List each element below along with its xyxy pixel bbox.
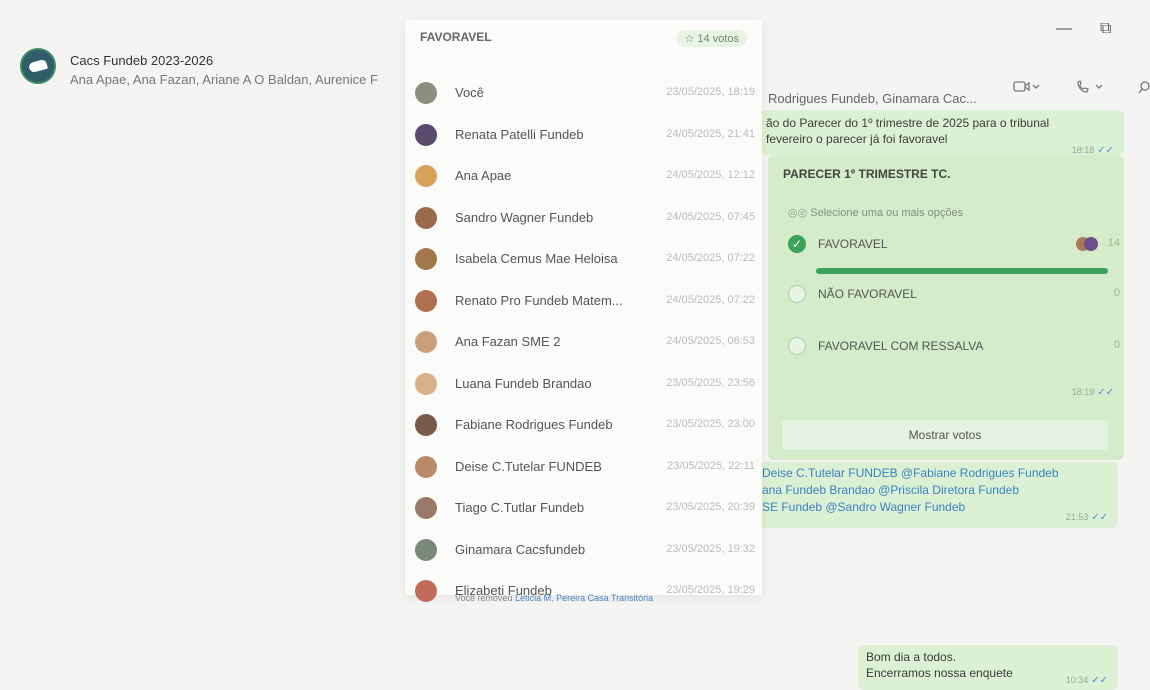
voter-row[interactable]: Você 23/05/2025, 18:19	[415, 78, 755, 110]
voter-row[interactable]: Renata Patelli Fundeb 24/05/2025, 21:41	[415, 120, 755, 152]
vote-time: 24/05/2025, 07:22	[666, 293, 755, 306]
vote-time: 24/05/2025, 07:22	[666, 252, 755, 264]
voter-row[interactable]: Tiago C.Tutlar Fundeb 23/05/2025, 20:39	[415, 493, 755, 525]
search-icon[interactable]	[1138, 80, 1150, 97]
avatar[interactable]	[415, 331, 437, 353]
poll-title: PARECER 1º TRIMESTRE TC.	[783, 167, 951, 181]
system-notice: Você removeu Leticia M. Pereira Casa Tra…	[455, 593, 654, 603]
group-avatar[interactable]	[20, 48, 56, 84]
poll-option-label: FAVORAVEL	[818, 237, 888, 251]
voter-name: Você	[455, 85, 484, 100]
avatar[interactable]	[415, 497, 437, 519]
voter-row[interactable]: Renato Pro Fundeb Matem... 24/05/2025, 07…	[415, 286, 755, 318]
avatar[interactable]	[415, 414, 437, 436]
voter-name: Ana Fazan SME 2	[455, 334, 561, 349]
poll-card: PARECER 1º TRIMESTRE TC. ◎◎ Selecione um…	[768, 155, 1124, 460]
mention-line[interactable]: ana Fundeb Brandao @Priscila Diretora Fu…	[758, 482, 1118, 499]
multi-select-icon: ◎◎	[788, 207, 811, 219]
poll-time: 18:19 ✓✓	[1071, 387, 1114, 398]
poll-count: 14	[1107, 237, 1120, 249]
voter-row[interactable]: Ana Apae 24/05/2025, 12:12	[415, 161, 755, 193]
voter-name: Fabiane Rodrigues Fundeb	[455, 417, 613, 432]
avatar[interactable]	[415, 165, 437, 187]
vote-time: 24/05/2025, 06:53	[666, 335, 755, 347]
poll-option-nao-favoravel[interactable]: NÃO FAVORAVEL 0	[788, 285, 1120, 307]
poll-count: 0	[1113, 287, 1120, 299]
avatar[interactable]	[415, 123, 437, 146]
vote-time: 23/05/2025, 19:29	[666, 584, 755, 596]
show-votes-button[interactable]: Mostrar votos	[782, 420, 1108, 450]
votes-count-badge: ☆ 14 votos	[676, 30, 747, 47]
voter-name: Deise C.Tutelar FUNDEB	[455, 458, 602, 474]
avatar[interactable]	[415, 580, 437, 602]
vote-time: 24/05/2025, 12:12	[666, 169, 755, 181]
poll-option-favoravel-com-ressalva[interactable]: FAVORAVEL COM RESSALVA 0	[788, 337, 1120, 359]
chat-members-continued[interactable]: Rodrigues Fundeb, Ginamara Cac...	[768, 91, 977, 106]
voter-name: Tiago C.Tutlar Fundeb	[455, 500, 585, 515]
avatar[interactable]	[415, 206, 437, 229]
voter-avatar	[1084, 237, 1098, 251]
voter-name: Renato Pro Fundeb Matem...	[455, 292, 623, 308]
poll-progress-bar	[816, 268, 1108, 274]
voter-name: Sandro Wagner Fundeb	[455, 209, 594, 225]
restore-button[interactable]: ⧉	[1100, 20, 1111, 38]
voter-name: Ginamara Cacsfundeb	[455, 541, 586, 557]
vote-time: 23/05/2025, 22:11	[667, 459, 755, 472]
message-bubble[interactable]: ão do Parecer do 1º trimestre de 2025 pa…	[760, 110, 1124, 156]
radio-icon[interactable]	[788, 285, 806, 303]
voter-row[interactable]: Ana Fazan SME 2 24/05/2025, 06:53	[415, 327, 755, 359]
voter-row[interactable]: Luana Fundeb Brandao 23/05/2025, 23:56	[415, 369, 755, 401]
voter-row[interactable]: Elizabeti Fundeb 23/05/2025, 19:29	[415, 576, 755, 608]
message-line: Bom dia a todos.	[866, 650, 957, 664]
avatar[interactable]	[415, 248, 437, 270]
phone-icon[interactable]	[1075, 80, 1105, 97]
avatar[interactable]	[415, 455, 437, 478]
mention-line[interactable]: SE Fundeb @Sandro Wagner Fundeb	[758, 499, 1118, 516]
voter-row[interactable]: Sandro Wagner Fundeb 24/05/2025, 07:45	[415, 203, 755, 235]
voter-name: Isabela Cemus Mae Heloisa	[455, 251, 618, 266]
avatar[interactable]	[415, 82, 437, 104]
poll-hint: ◎◎ Selecione uma ou mais opções	[788, 207, 964, 219]
vote-time: 23/05/2025, 23:00	[666, 418, 755, 430]
voter-row[interactable]: Fabiane Rodrigues Fundeb 23/05/2025, 23:0…	[415, 410, 755, 442]
chat-title[interactable]: Cacs Fundeb 2023-2026	[70, 53, 213, 68]
voter-name: Luana Fundeb Brandao	[455, 375, 592, 391]
bird-logo-icon	[28, 58, 48, 74]
poll-option-favoravel[interactable]: ✓ FAVORAVEL 14	[788, 235, 1120, 257]
vote-time: 23/05/2025, 23:56	[666, 376, 755, 389]
voter-name: Ana Apae	[455, 168, 512, 183]
minimize-button[interactable]: —	[1056, 20, 1072, 38]
poll-option-label: NÃO FAVORAVEL	[818, 287, 917, 301]
vote-time: 23/05/2025, 18:19	[666, 86, 755, 98]
mention-line[interactable]: Deise C.Tutelar FUNDEB @Fabiane Rodrigue…	[758, 465, 1118, 482]
chat-members[interactable]: Ana Apae, Ana Fazan, Ariane A O Baldan, …	[70, 72, 405, 87]
avatar[interactable]	[415, 538, 437, 561]
radio-icon[interactable]	[788, 337, 806, 355]
message-bubble[interactable]: Bom dia a todos. Encerramos nossa enquet…	[858, 645, 1118, 690]
voter-row[interactable]: Deise C.Tutelar FUNDEB 23/05/2025, 22:11	[415, 452, 755, 484]
message-line: ão do Parecer do 1º trimestre de 2025 pa…	[766, 116, 1050, 130]
message-time: 21:53 ✓✓	[1065, 512, 1108, 523]
video-icon[interactable]	[1013, 80, 1041, 97]
message-time: 10:34 ✓✓	[1065, 675, 1108, 686]
vote-time: 24/05/2025, 07:45	[666, 210, 755, 223]
voter-name: Renata Patelli Fundeb	[455, 126, 584, 142]
removed-member-link[interactable]: Leticia M. Pereira Casa Transitória	[515, 593, 653, 603]
check-icon[interactable]: ✓	[788, 235, 806, 253]
voter-row[interactable]: Ginamara Cacsfundeb 23/05/2025, 19:32	[415, 535, 755, 567]
poll-option-label: FAVORAVEL COM RESSALVA	[818, 339, 984, 353]
avatar[interactable]	[415, 372, 437, 395]
avatar[interactable]	[415, 289, 437, 312]
voter-row[interactable]: Isabela Cemus Mae Heloisa 24/05/2025, 07:…	[415, 244, 755, 276]
message-text: ão do Parecer do 1º trimestre de 2025 pa…	[760, 110, 1124, 147]
poll-progress-fill	[816, 268, 1108, 274]
message-line: fevereiro o parecer já foi favoravel	[766, 132, 948, 146]
popup-option-label: FAVORAVEL	[420, 30, 492, 44]
votes-popup: FAVORAVEL ☆ 14 votos Você 23/05/2025, 18:…	[405, 20, 762, 602]
vote-time: 23/05/2025, 19:32	[666, 542, 755, 555]
message-bubble[interactable]: Deise C.Tutelar FUNDEB @Fabiane Rodrigue…	[758, 462, 1118, 528]
vote-time: 23/05/2025, 20:39	[666, 501, 755, 513]
poll-count: 0	[1113, 339, 1120, 351]
vote-time: 24/05/2025, 21:41	[666, 127, 755, 140]
